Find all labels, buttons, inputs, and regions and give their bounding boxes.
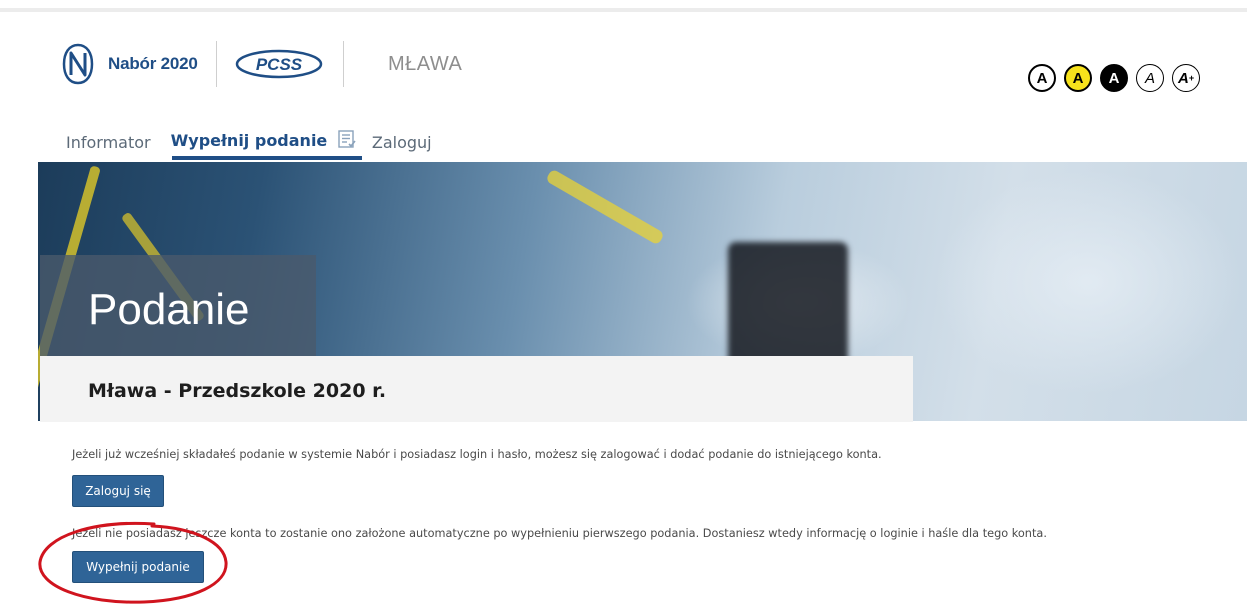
page-title: Podanie bbox=[88, 285, 250, 334]
city-name: MŁAWA bbox=[388, 53, 463, 75]
hero-decoration bbox=[545, 168, 665, 246]
login-info-text: Jeżeli już wcześniej składałeś podanie w… bbox=[72, 448, 882, 461]
accessibility-controls: A A A A A + bbox=[1028, 64, 1200, 92]
main-nav: Informator Wypełnij podanie Zaloguj bbox=[66, 130, 432, 152]
page-subtitle: Mława - Przedszkole 2020 r. bbox=[88, 380, 387, 402]
brand-name: Nabór 2020 bbox=[108, 54, 198, 73]
font-plus-label: + bbox=[1188, 73, 1195, 83]
nav-item-zaloguj[interactable]: Zaloguj bbox=[372, 133, 432, 152]
contrast-default-button[interactable]: A bbox=[1028, 64, 1056, 92]
page-subtitle-box: Mława - Przedszkole 2020 r. bbox=[40, 356, 913, 422]
nabor-logo-icon bbox=[62, 43, 94, 85]
form-icon bbox=[338, 130, 356, 148]
font-normal-button[interactable]: A bbox=[1136, 64, 1164, 92]
contrast-black-button[interactable]: A bbox=[1100, 64, 1128, 92]
login-button[interactable]: Zaloguj się bbox=[72, 475, 164, 507]
nav-item-label: Wypełnij podanie bbox=[170, 131, 328, 150]
divider bbox=[342, 41, 344, 87]
annotation-ellipse bbox=[38, 521, 228, 604]
divider bbox=[215, 41, 217, 87]
font-larger-label: A bbox=[1177, 69, 1189, 87]
pcss-logo-icon: PCSS bbox=[235, 49, 322, 79]
nav-item-wypelnij-podanie[interactable]: Wypełnij podanie bbox=[171, 130, 356, 152]
nav-item-informator[interactable]: Informator bbox=[66, 133, 151, 152]
active-tab-indicator bbox=[172, 156, 362, 160]
font-larger-button[interactable]: A + bbox=[1172, 64, 1200, 92]
logo-area[interactable]: Nabór 2020 PCSS bbox=[62, 40, 362, 88]
top-border bbox=[0, 8, 1247, 12]
contrast-yellow-button[interactable]: A bbox=[1064, 64, 1092, 92]
pcss-logo-text: PCSS bbox=[256, 55, 303, 74]
page-title-box: Podanie bbox=[40, 255, 316, 357]
